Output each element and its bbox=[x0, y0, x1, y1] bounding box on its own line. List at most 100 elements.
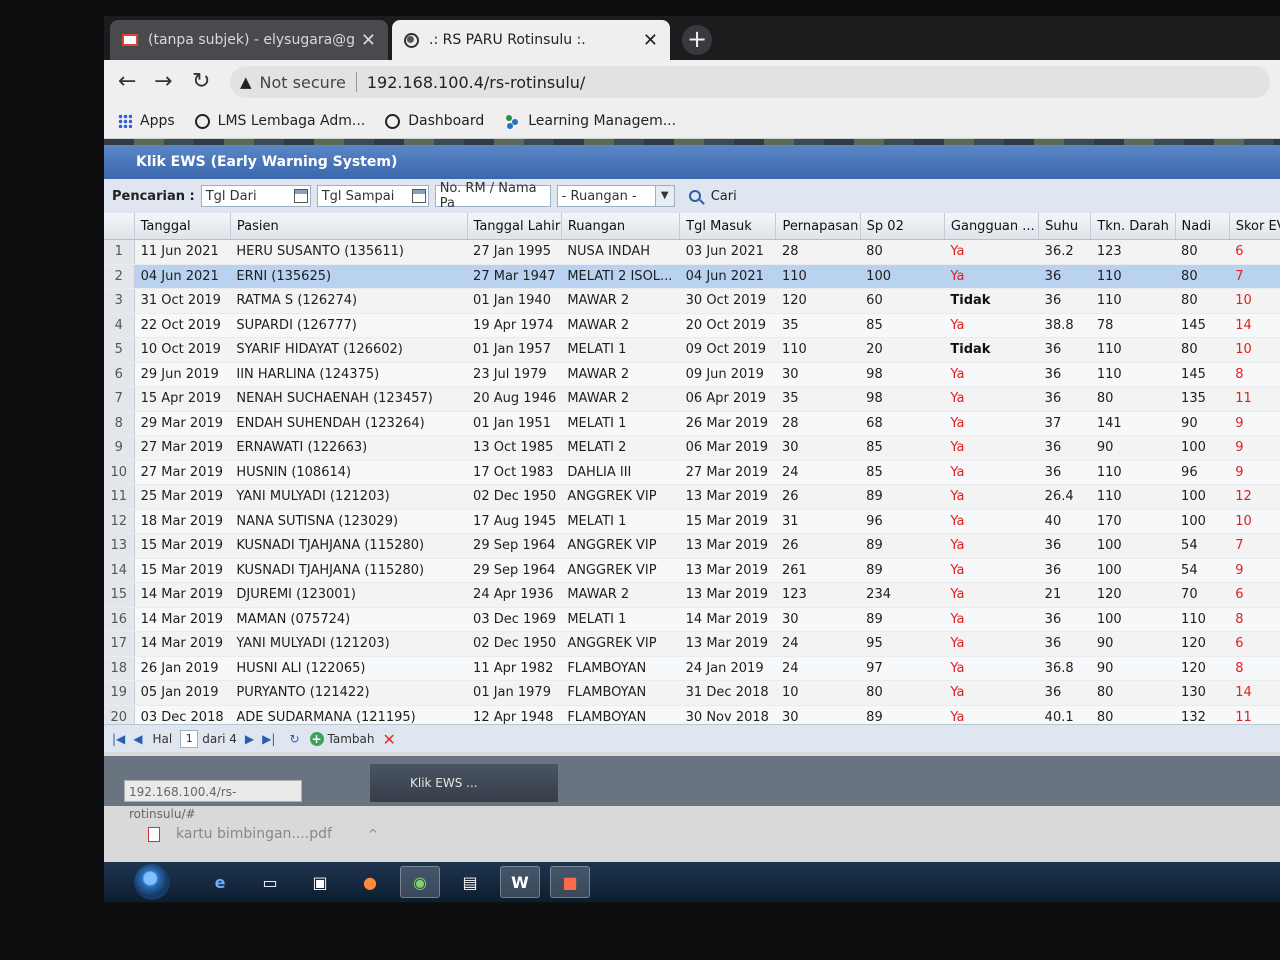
table-row[interactable]: 6 29 Jun 2019 IIN HARLINA (124375) 23 Jul 1… bbox=[104, 362, 1280, 387]
cell-gangguan: Ya bbox=[944, 656, 1039, 681]
new-tab-button[interactable]: + bbox=[682, 25, 712, 55]
tgl-dari-field[interactable]: Tgl Dari bbox=[200, 185, 311, 207]
table-row[interactable]: 3 31 Oct 2019 RATMA S (126274) 01 Jan 1940 M… bbox=[104, 288, 1280, 314]
bookmark-dashboard[interactable]: Dashboard bbox=[385, 113, 484, 129]
page-input[interactable]: 1 bbox=[180, 730, 199, 748]
bookmark-learning-management[interactable]: Learning Managem... bbox=[504, 113, 676, 129]
start-button[interactable] bbox=[134, 864, 170, 900]
table-row[interactable]: 14 15 Mar 2019 KUSNADI TJAHJANA (115280) 29… bbox=[104, 558, 1280, 583]
refresh-icon[interactable]: ↻ bbox=[289, 732, 299, 746]
cell-masuk: 09 Jun 2019 bbox=[679, 362, 776, 387]
cari-button[interactable]: Cari bbox=[688, 189, 737, 204]
media-icon[interactable]: ▣ bbox=[300, 866, 340, 898]
table-row[interactable]: 18 26 Jan 2019 HUSNI ALI (122065) 11 Apr 19… bbox=[104, 656, 1280, 681]
column-header[interactable]: Pernapasan bbox=[775, 213, 861, 240]
table-row[interactable]: 15 14 Mar 2019 DJUREMI (123001) 24 Apr 1936… bbox=[104, 582, 1280, 608]
row-number: 18 bbox=[104, 656, 135, 681]
table-row[interactable]: 16 14 Mar 2019 MAMAN (075724) 03 Dec 1969 ME… bbox=[104, 607, 1280, 632]
cell-skor: 9 bbox=[1229, 460, 1280, 485]
rm-nama-field[interactable]: No. RM / Nama Pa bbox=[434, 181, 551, 211]
cell-sp02: 96 bbox=[860, 509, 945, 534]
cell-gangguan: Ya bbox=[944, 607, 1039, 632]
calendar-icon[interactable] bbox=[411, 189, 426, 203]
column-header[interactable]: Tanggal Lahir bbox=[467, 213, 562, 240]
table-row[interactable]: 8 29 Mar 2019 ENDAH SUHENDAH (123264) 01 Ja… bbox=[104, 411, 1280, 436]
column-header[interactable]: Nadi bbox=[1175, 213, 1230, 240]
table-row[interactable]: 10 27 Mar 2019 HUSNIN (108614) 17 Oct 1983 D… bbox=[104, 460, 1280, 485]
table-row[interactable]: 7 15 Apr 2019 NENAH SUCHAENAH (123457) 20 A… bbox=[104, 386, 1280, 412]
address-bar[interactable]: ▲ Not secure 192.168.100.4/rs-rotinsulu/ bbox=[230, 66, 1270, 98]
cell-nadi: 80 bbox=[1175, 264, 1230, 289]
pdf-reader-icon[interactable]: ■ bbox=[550, 866, 590, 898]
table-row[interactable]: 11 25 Mar 2019 YANI MULYADI (121203) 02 Dec… bbox=[104, 484, 1280, 510]
prev-page-icon[interactable]: ◀ bbox=[133, 732, 142, 746]
cell-lahir: 23 Jul 1979 bbox=[467, 362, 562, 387]
row-number: 1 bbox=[104, 239, 135, 265]
cell-suhu: 36 bbox=[1038, 460, 1091, 485]
delete-icon[interactable]: ✕ bbox=[382, 730, 395, 749]
close-icon[interactable]: ✕ bbox=[361, 30, 376, 51]
table-row[interactable]: 17 14 Mar 2019 YANI MULYADI (121203) 02 Dec… bbox=[104, 631, 1280, 657]
cell-darah: 100 bbox=[1090, 607, 1176, 632]
cell-napas: 24 bbox=[775, 460, 861, 485]
row-number: 10 bbox=[104, 460, 135, 485]
column-header[interactable]: Gangguan ... bbox=[944, 213, 1040, 240]
table-row[interactable]: 5 10 Oct 2019 SYARIF HIDAYAT (126602) 01 Ja… bbox=[104, 337, 1280, 363]
table-row[interactable]: 19 05 Jan 2019 PURYANTO (121422) 01 Jan 197… bbox=[104, 680, 1280, 706]
column-header[interactable]: Tgl Masuk bbox=[679, 213, 777, 240]
column-header[interactable]: Suhu bbox=[1038, 213, 1092, 240]
ruangan-select[interactable]: - Ruangan - ▼ bbox=[556, 185, 675, 207]
forward-arrow-icon[interactable]: → bbox=[154, 70, 172, 94]
cell-suhu: 36 bbox=[1038, 435, 1091, 461]
cell-sp02: 98 bbox=[860, 362, 945, 387]
column-header[interactable]: Sp 02 bbox=[860, 213, 945, 240]
cell-pasien: ERNI (135625) bbox=[230, 264, 468, 289]
cell-ruangan: ANGGREK VIP bbox=[561, 631, 680, 657]
first-page-icon[interactable]: |◀ bbox=[112, 732, 125, 746]
calendar-icon[interactable] bbox=[293, 189, 308, 203]
chevron-up-icon[interactable]: ^ bbox=[368, 827, 378, 841]
column-header[interactable]: Pasien bbox=[230, 213, 468, 240]
cell-ruangan: FLAMBOYAN bbox=[561, 656, 680, 681]
table-row[interactable]: 12 18 Mar 2019 NANA SUTISNA (123029) 17 Aug… bbox=[104, 509, 1280, 534]
table-row[interactable]: 13 15 Mar 2019 KUSNADI TJAHJANA (115280) 29… bbox=[104, 533, 1280, 559]
cell-suhu: 36.2 bbox=[1038, 239, 1091, 265]
firefox-icon[interactable]: ● bbox=[350, 866, 390, 898]
cell-nadi: 135 bbox=[1175, 386, 1230, 412]
last-page-icon[interactable]: ▶| bbox=[262, 732, 275, 746]
table-row[interactable]: 9 27 Mar 2019 ERNAWATI (122663) 13 Oct 1985… bbox=[104, 435, 1280, 461]
column-header[interactable]: Tanggal bbox=[134, 213, 231, 240]
column-header[interactable]: Tkn. Darah bbox=[1090, 213, 1176, 240]
bookmark-apps[interactable]: Apps bbox=[118, 113, 175, 129]
cell-sp02: 89 bbox=[860, 607, 945, 632]
table-row[interactable]: 1 11 Jun 2021 HERU SUSANTO (135611) 27 Jan … bbox=[104, 239, 1280, 265]
table-row[interactable]: 2 04 Jun 2021 ERNI (135625) 27 Mar 1947 MELA… bbox=[104, 264, 1280, 289]
task-klik-ews[interactable]: Klik EWS ... bbox=[370, 764, 558, 802]
word-icon[interactable]: W bbox=[500, 866, 540, 898]
explorer-icon[interactable]: ▭ bbox=[250, 866, 290, 898]
column-header[interactable]: Ruangan bbox=[561, 213, 681, 240]
close-icon[interactable]: ✕ bbox=[643, 30, 658, 51]
app-icon[interactable]: ▤ bbox=[450, 866, 490, 898]
chrome-icon[interactable]: ◉ bbox=[400, 866, 440, 898]
add-icon[interactable]: + bbox=[309, 732, 324, 746]
next-page-icon[interactable]: ▶ bbox=[245, 732, 254, 746]
cell-napas: 24 bbox=[775, 656, 861, 681]
bookmark-lms-lembaga[interactable]: LMS Lembaga Adm... bbox=[194, 113, 365, 129]
tambah-button[interactable]: Tambah bbox=[328, 732, 375, 746]
tab-gmail[interactable]: (tanpa subjek) - elysugara@gma ✕ bbox=[110, 20, 388, 60]
tab-rs-paru[interactable]: .: RS PARU Rotinsulu :. ✕ bbox=[392, 20, 670, 60]
reload-icon[interactable]: ↻ bbox=[192, 70, 210, 94]
url-text[interactable]: 192.168.100.4/rs-rotinsulu/ bbox=[367, 73, 585, 92]
tgl-sampai-field[interactable]: Tgl Sampai bbox=[316, 185, 429, 207]
back-arrow-icon[interactable]: ← bbox=[118, 70, 136, 94]
chevron-down-icon[interactable]: ▼ bbox=[654, 186, 674, 206]
download-item[interactable]: kartu bimbingan....pdf ^ bbox=[148, 822, 378, 846]
ie-icon[interactable]: e bbox=[200, 866, 240, 898]
column-header[interactable]: Skor EV bbox=[1229, 213, 1280, 240]
cell-suhu: 36 bbox=[1038, 558, 1091, 583]
cell-ruangan: NUSA INDAH bbox=[561, 239, 680, 265]
cell-masuk: 13 Mar 2019 bbox=[679, 558, 776, 583]
cell-gangguan: Ya bbox=[944, 582, 1039, 608]
table-row[interactable]: 4 22 Oct 2019 SUPARDI (126777) 19 Apr 1974 M… bbox=[104, 313, 1280, 338]
